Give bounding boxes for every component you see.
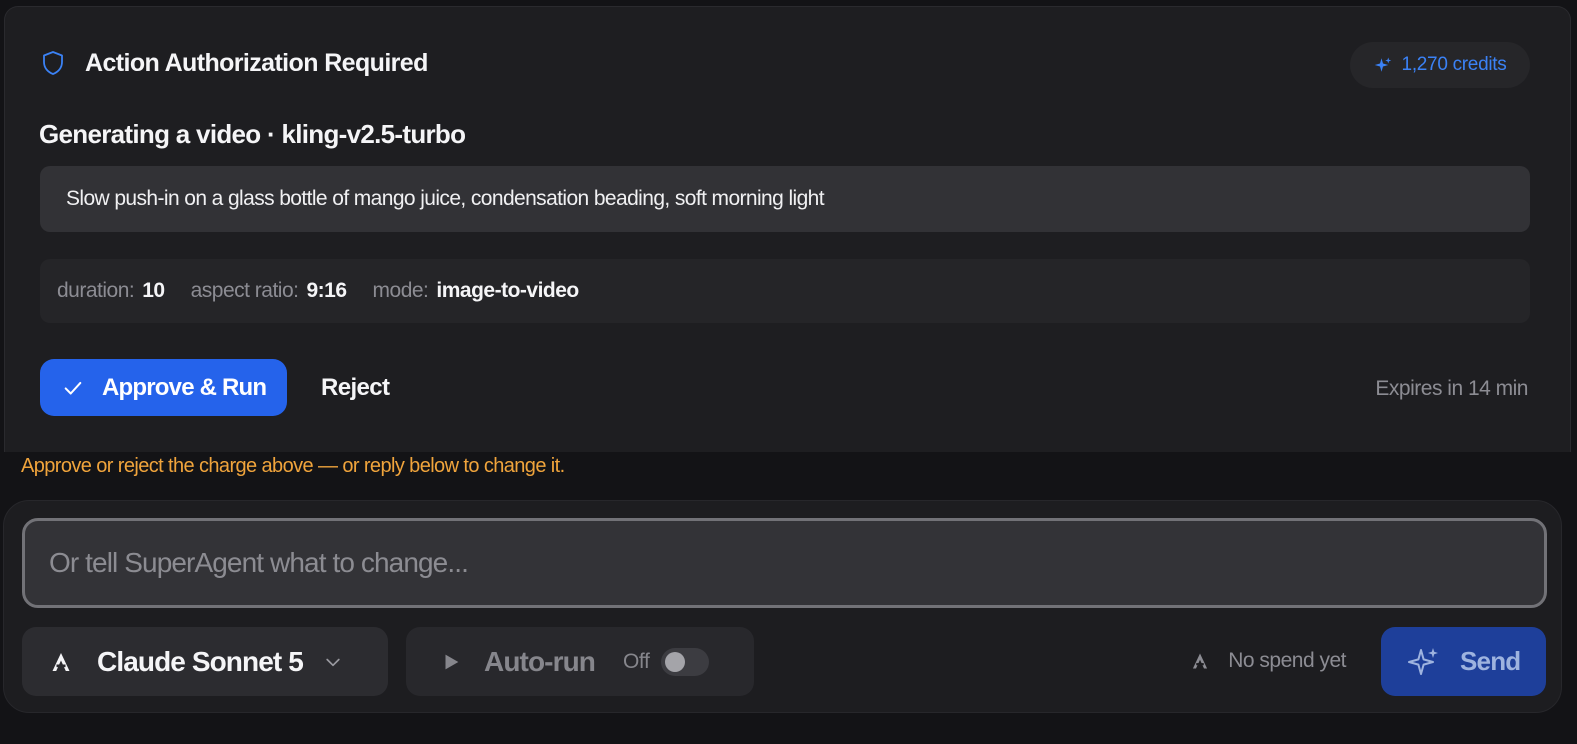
model-label: Claude Sonnet 5 (97, 645, 304, 677)
expiry-text: Expires in 14 min (1375, 377, 1528, 400)
message-input[interactable] (22, 518, 1547, 608)
autorun-control: Auto-run Off (406, 627, 754, 696)
param-aspect-ratio: aspect ratio: 9:16 (191, 279, 347, 303)
sparkle-icon (1374, 56, 1392, 74)
model-selector[interactable]: Claude Sonnet 5 (22, 627, 388, 696)
param-value: image-to-video (436, 279, 579, 302)
anthropic-logo-icon (1190, 651, 1210, 671)
param-mode: mode: image-to-video (372, 279, 580, 303)
job-title: Generating a video · kling-v2.5-turbo (39, 119, 466, 149)
play-icon (440, 651, 462, 673)
shield-icon (41, 50, 65, 76)
prompt-text: Slow push-in on a glass bottle of mango … (40, 166, 1530, 232)
send-label: Send (1460, 646, 1521, 676)
param-value: 9:16 (306, 279, 348, 302)
credits-label: 1,270 credits (1401, 54, 1507, 75)
card-title: Action Authorization Required (85, 48, 428, 77)
autorun-state: Off (622, 649, 650, 673)
authorization-card: Action Authorization Required 1,270 cred… (4, 6, 1571, 452)
spend-indicator: No spend yet (1190, 649, 1346, 673)
approve-label: Approve & Run (102, 373, 267, 401)
param-key: mode: (372, 279, 429, 302)
check-icon (62, 377, 84, 399)
credits-badge: 1,270 credits (1350, 42, 1530, 88)
toggle-knob (665, 651, 686, 672)
param-key: aspect ratio: (190, 279, 299, 302)
charge-warning: Approve or reject the charge above — or … (21, 455, 565, 477)
param-key: duration: (57, 279, 135, 302)
param-duration: duration: 10 (57, 279, 165, 303)
autorun-toggle[interactable] (661, 647, 710, 676)
autorun-label: Auto-run (484, 645, 596, 677)
card-header: Action Authorization Required (41, 49, 428, 77)
approve-run-button[interactable]: Approve & Run (40, 359, 287, 416)
anthropic-logo-icon (49, 650, 73, 674)
composer: Claude Sonnet 5 Auto-run Off No spend ye… (3, 500, 1562, 713)
send-button[interactable]: Send (1381, 627, 1546, 696)
params-row: duration: 10 aspect ratio: 9:16 mode: im… (40, 259, 1530, 323)
sparkle-icon (1408, 646, 1440, 678)
chevron-down-icon (323, 652, 343, 672)
spend-label: No spend yet (1228, 649, 1346, 672)
reject-button[interactable]: Reject (321, 369, 390, 407)
param-value: 10 (142, 279, 165, 302)
